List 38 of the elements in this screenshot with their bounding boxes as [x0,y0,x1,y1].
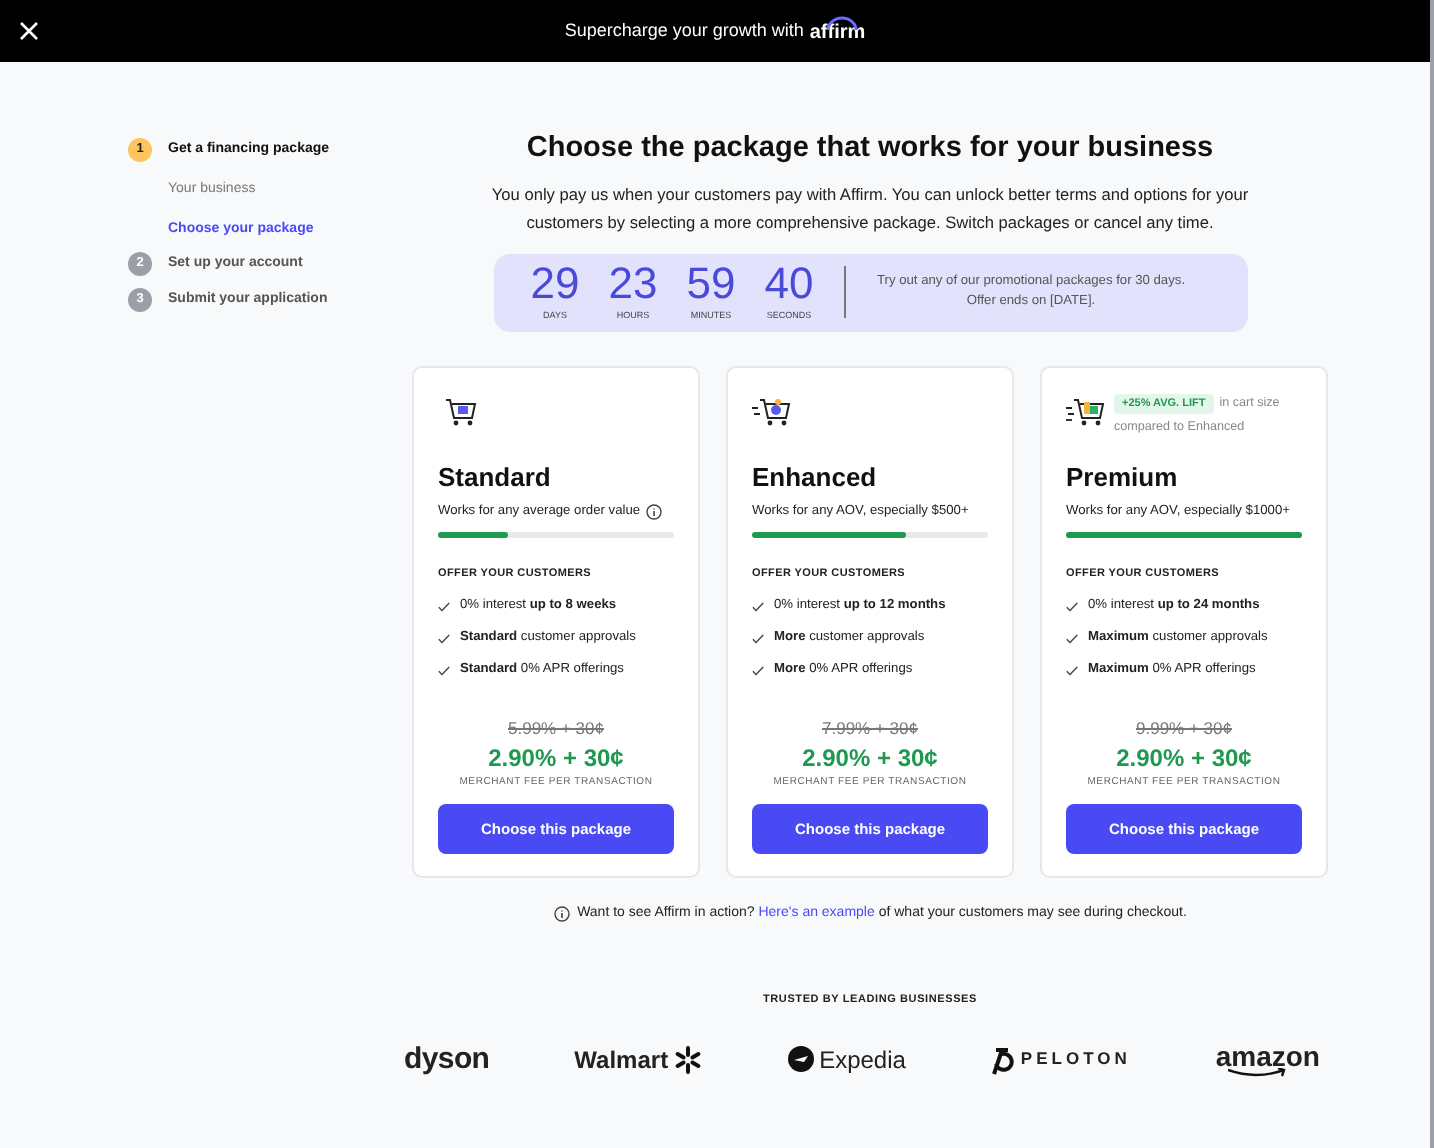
check-icon [1066,633,1078,644]
amazon-logo: amazon [1215,1041,1320,1078]
package-name: Enhanced [752,459,879,496]
cart-icon [752,395,792,428]
check-icon [1066,601,1078,612]
old-price: 5.99% + 30¢ [506,716,606,742]
check-icon [438,601,450,612]
package-name: Premium [1066,459,1180,496]
countdown-value: 23 [608,261,658,306]
price: 2.90% + 30¢ [486,743,626,772]
check-icon [752,665,764,676]
info-icon[interactable] [646,504,663,521]
price: 2.90% + 30¢ [800,743,940,772]
expedia-logo: Expedia [819,1043,906,1078]
check-icon [1066,665,1078,676]
old-price: 9.99% + 30¢ [1134,716,1234,742]
countdown-value: 29 [530,261,580,306]
check-icon [438,665,450,676]
countdown-value: 59 [686,261,736,306]
package-name: Standard [438,459,553,496]
peloton-mark-icon [990,1043,1015,1076]
check-icon [752,633,764,644]
header-title: Supercharge your growth with [564,17,804,44]
walmart-logo: Walmart [574,1043,669,1078]
spark-icon [674,1045,703,1074]
cart-icon [1066,395,1106,428]
dyson-logo: dyson [404,1039,490,1079]
old-price: 7.99% + 30¢ [820,716,920,742]
close-icon[interactable] [20,22,38,40]
countdown-value: 40 [764,261,814,306]
page-heading: Choose the package that works for your business [526,130,1214,168]
peloton-logo: PELOTON [1020,1046,1131,1073]
info-icon [553,906,570,922]
check-icon [752,601,764,612]
price: 2.90% + 30¢ [1114,743,1254,772]
globe-icon [787,1046,814,1073]
intro-text: You only pay us when your customers pay with Affirm. You can unlock better terms and options for your customers by selecting a more comprehensive package. Switch packages or cancel any time. [489,181,1251,236]
check-icon [438,633,450,644]
